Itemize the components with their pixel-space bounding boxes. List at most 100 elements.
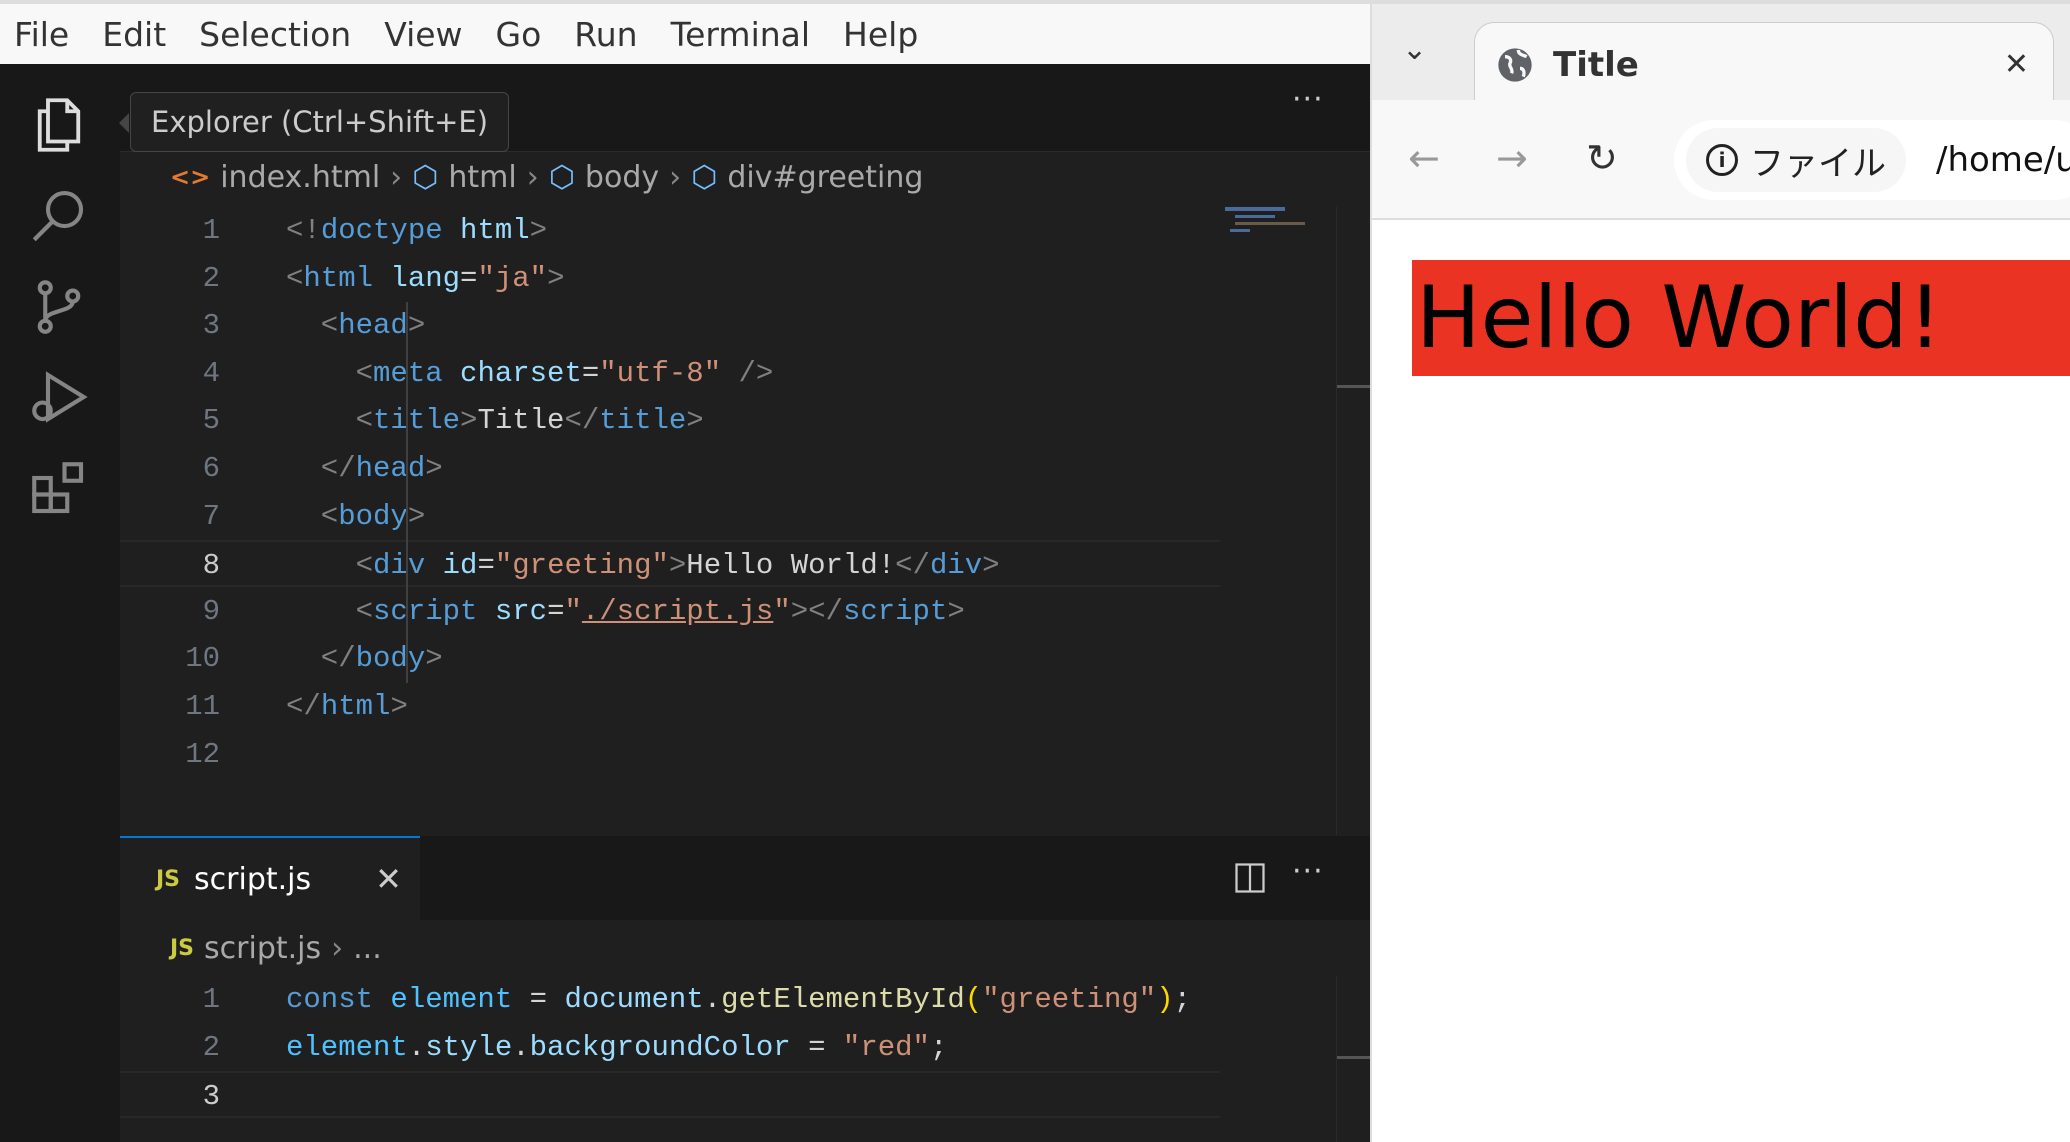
- code-token: .: [703, 983, 722, 1016]
- menu-go[interactable]: Go: [496, 15, 542, 54]
- code-token: =: [547, 594, 565, 628]
- code-line[interactable]: 1 <!doctype html>: [120, 207, 1220, 254]
- more-actions-button[interactable]: ···: [1292, 82, 1324, 117]
- code-token: .: [512, 1030, 530, 1064]
- symbol-element-icon: ⬡: [691, 159, 718, 195]
- code-token: script: [373, 594, 478, 628]
- back-icon[interactable]: ←: [1408, 136, 1440, 180]
- code-token: =: [477, 549, 495, 583]
- menu-terminal[interactable]: Terminal: [671, 15, 810, 54]
- breadcrumb-item[interactable]: index.html: [220, 160, 380, 195]
- minimap[interactable]: [1225, 205, 1305, 245]
- split-editor-icon[interactable]: [1232, 860, 1268, 896]
- line-number: 9: [202, 594, 220, 628]
- extensions-icon[interactable]: [26, 456, 92, 522]
- code-line[interactable]: 2 element.style.backgroundColor = "red";: [120, 1024, 1220, 1071]
- code-line[interactable]: 3: [120, 1071, 1220, 1119]
- code-token: id: [425, 549, 478, 583]
- forward-icon[interactable]: →: [1496, 136, 1528, 180]
- code-token: html: [320, 690, 391, 723]
- code-text: const element = document.getElementById(…: [286, 976, 1191, 1023]
- code-token: />: [721, 356, 774, 390]
- menu-edit[interactable]: Edit: [102, 15, 166, 54]
- code-line[interactable]: 8 <div id="greeting">Hello World!</div>: [120, 540, 1220, 588]
- code-line[interactable]: 6 </head>: [120, 445, 1220, 492]
- editor-scrollbar[interactable]: [1336, 207, 1371, 835]
- code-text: </html>: [286, 683, 408, 730]
- code-token: >: [407, 309, 426, 343]
- code-line[interactable]: 5 <title>Title</title>: [120, 397, 1220, 444]
- code-token: src: [477, 594, 548, 628]
- editor-tab-bar-2: JS script.js ✕ ···: [120, 836, 1370, 920]
- code-token: element: [373, 983, 513, 1016]
- breadcrumb-item[interactable]: ...: [353, 931, 382, 966]
- code-token: .: [407, 1030, 426, 1064]
- code-text: <meta charset="utf-8" />: [286, 350, 774, 397]
- breadcrumb-item[interactable]: div#greeting: [727, 160, 923, 195]
- code-token: <: [286, 404, 374, 438]
- reload-icon[interactable]: ↻: [1586, 136, 1618, 180]
- code-token: =: [581, 356, 600, 390]
- menu-help[interactable]: Help: [843, 15, 918, 54]
- browser-tab-title: Title: [1553, 44, 1639, 85]
- code-line[interactable]: 11 </html>: [120, 683, 1220, 730]
- menu-view[interactable]: View: [384, 15, 462, 54]
- code-token: ": [564, 594, 582, 628]
- more-actions-button-2[interactable]: ···: [1292, 854, 1324, 889]
- code-token: >: [947, 594, 965, 628]
- line-number: 4: [202, 356, 220, 390]
- line-number: 6: [202, 452, 220, 485]
- site-info-label: ファイル: [1750, 143, 1886, 184]
- code-token: "ja": [477, 261, 548, 295]
- code-line[interactable]: 9 <script src="./script.js"></script>: [120, 588, 1220, 635]
- code-token: =: [460, 261, 478, 295]
- tab-script-js[interactable]: JS script.js ✕: [120, 836, 420, 920]
- code-token: title: [599, 404, 687, 438]
- close-icon[interactable]: ✕: [375, 860, 402, 898]
- code-token: const: [286, 983, 374, 1016]
- code-token: >: [686, 404, 704, 438]
- code-token: <!: [286, 214, 321, 247]
- menu-selection[interactable]: Selection: [199, 15, 351, 54]
- run-debug-icon[interactable]: [26, 364, 92, 430]
- editor-scrollbar-2[interactable]: [1336, 976, 1371, 1142]
- search-icon[interactable]: [26, 182, 92, 248]
- code-text: </body>: [286, 635, 443, 682]
- code-token: </: [895, 549, 930, 583]
- code-token: lang: [373, 261, 461, 295]
- breadcrumb-item[interactable]: html: [448, 160, 516, 195]
- line-number: 2: [202, 1030, 220, 1064]
- code-token: ): [1156, 983, 1174, 1016]
- menu-file[interactable]: File: [14, 15, 69, 54]
- code-token: (: [964, 983, 983, 1016]
- code-line[interactable]: 1 const element = document.getElementById…: [120, 976, 1220, 1023]
- js-editor[interactable]: 1 const element = document.getElementById…: [120, 976, 1220, 1142]
- line-number: 8: [202, 549, 220, 583]
- code-line[interactable]: 2 <html lang="ja">: [120, 255, 1220, 302]
- code-token: charset: [442, 356, 582, 390]
- source-control-icon[interactable]: [26, 274, 92, 340]
- line-number: 7: [202, 499, 220, 533]
- vscode-window: File Edit Selection View Go Run Terminal Help ·…: [0, 0, 1371, 1142]
- code-line[interactable]: 4 <meta charset="utf-8" />: [120, 350, 1220, 397]
- code-line[interactable]: 3 <head>: [120, 302, 1220, 349]
- breadcrumb-item[interactable]: script.js: [204, 931, 321, 966]
- code-line[interactable]: 7 <body>: [120, 493, 1220, 540]
- address-bar[interactable]: i ファイル /home/u: [1674, 120, 2070, 200]
- code-line[interactable]: 12: [120, 731, 1220, 778]
- code-token: ></: [790, 594, 843, 628]
- browser-tab[interactable]: Title ✕: [1474, 22, 2054, 106]
- code-text: <title>Title</title>: [286, 397, 704, 444]
- site-info-chip[interactable]: i ファイル: [1686, 128, 1906, 192]
- code-token: >: [529, 214, 548, 247]
- breadcrumb-item[interactable]: body: [585, 160, 659, 195]
- code-token: "greeting": [494, 549, 669, 583]
- tab-list-chevron-icon[interactable]: ⌄: [1402, 32, 1427, 67]
- code-line[interactable]: 10 </body>: [120, 635, 1220, 682]
- files-icon[interactable]: [26, 92, 92, 158]
- chevron-right-icon: ›: [526, 159, 539, 195]
- html-editor[interactable]: 1 <!doctype html> 2 <html lang="ja"> 3 <head…: [120, 207, 1220, 827]
- close-tab-icon[interactable]: ✕: [2004, 47, 2029, 82]
- menu-run[interactable]: Run: [574, 15, 637, 54]
- code-token: </: [286, 642, 356, 676]
